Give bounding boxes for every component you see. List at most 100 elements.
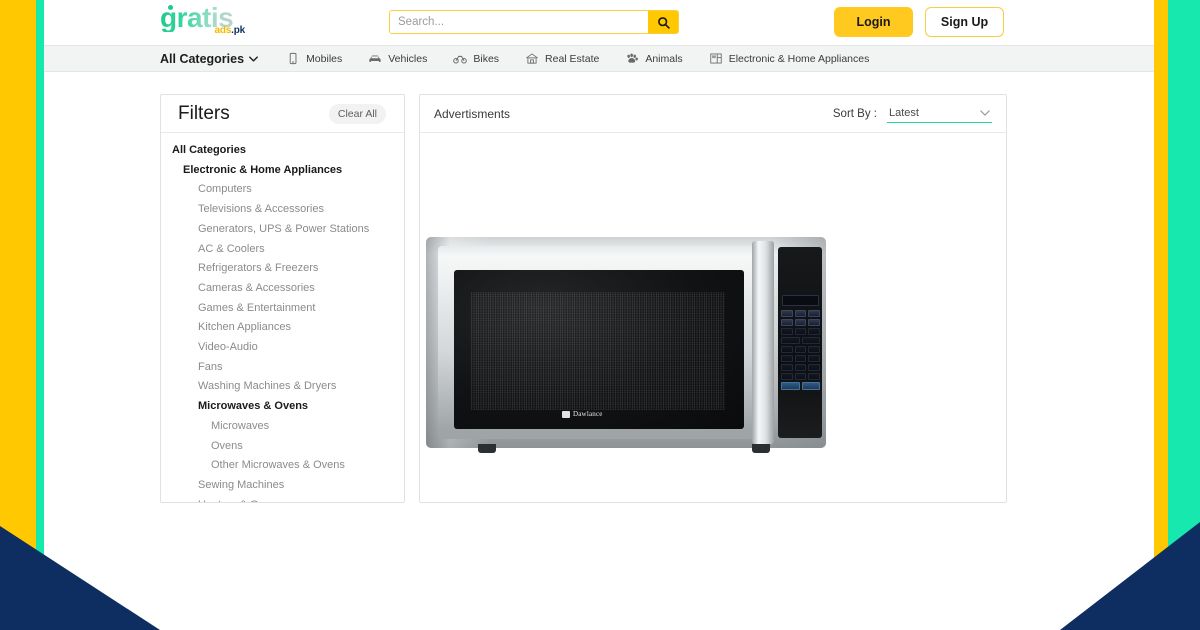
brand-mark-icon — [562, 410, 570, 418]
keypad-key — [808, 310, 821, 317]
nav-label: Bikes — [473, 52, 500, 65]
category-filter-item[interactable]: Sewing Machines — [161, 476, 404, 496]
category-filter-item[interactable]: Televisions & Accessories — [161, 200, 404, 220]
keypad-key — [808, 319, 821, 326]
keypad-row — [781, 373, 821, 380]
category-filter-item[interactable]: AC & Coolers — [161, 240, 404, 260]
keypad-key — [808, 346, 821, 353]
category-filter-list[interactable]: All Categories Electronic & Home Applianc… — [161, 133, 404, 502]
keypad-key — [808, 364, 821, 371]
logo-dot-icon — [168, 5, 173, 10]
nav-item-mobiles[interactable]: Mobiles — [286, 52, 342, 65]
sort-by-value: Latest — [889, 106, 919, 119]
keypad-row — [781, 382, 820, 390]
sort-by-label: Sort By : — [832, 107, 877, 120]
category-filter-item[interactable]: Games & Entertainment — [161, 299, 404, 319]
keypad-row — [781, 310, 821, 317]
category-filter-item[interactable]: Kitchen Appliances — [161, 318, 404, 338]
keypad-row — [781, 346, 821, 353]
category-filter-item[interactable]: All Categories — [161, 141, 404, 161]
house-icon — [526, 53, 538, 64]
sort-by-select[interactable]: Latest — [887, 105, 992, 123]
nav-item-bikes[interactable]: Bikes — [453, 52, 499, 65]
category-filter-item[interactable]: Washing Machines & Dryers — [161, 377, 404, 397]
nav-label: Animals — [645, 52, 683, 65]
logo-subtext-pk: .pk — [231, 25, 245, 36]
keypad-key — [781, 310, 793, 317]
keypad-key — [794, 328, 807, 335]
nav-item-real-estate[interactable]: Real Estate — [525, 52, 599, 65]
nav-item-electronic-home-appliances[interactable]: Electronic & Home Appliances — [709, 52, 869, 65]
bike-icon — [453, 55, 468, 64]
signup-button[interactable]: Sign Up — [925, 7, 1004, 37]
keypad-key — [794, 364, 807, 371]
category-filter-item[interactable]: Heaters & Geysers — [161, 496, 404, 502]
category-filter-item[interactable]: Video-Audio — [161, 338, 404, 358]
category-filter-item[interactable]: Other Microwaves & Ovens — [161, 456, 404, 476]
category-filter-item[interactable]: Computers — [161, 180, 404, 200]
keypad-key — [794, 310, 807, 317]
logo-subtext-ads: ads — [214, 25, 232, 36]
microwave-foot-right — [752, 444, 770, 453]
keypad-key — [781, 328, 793, 335]
keypad-row — [781, 319, 821, 326]
microwave-door: Dawlance — [438, 246, 755, 439]
keypad-key — [794, 346, 807, 353]
keypad-key — [801, 337, 820, 344]
keypad-key — [781, 373, 793, 380]
category-filter-item[interactable]: Refrigerators & Freezers — [161, 259, 404, 279]
microwave-door-glass: Dawlance — [454, 270, 744, 429]
microwave-keypad — [781, 310, 821, 390]
category-filter-item[interactable]: Electronic & Home Appliances — [161, 161, 404, 181]
filters-header: Filters Clear All — [161, 95, 404, 133]
search-button[interactable] — [648, 11, 678, 33]
chevron-down-icon — [980, 109, 990, 116]
category-filter-item[interactable]: Microwaves — [161, 417, 404, 437]
main-content: Filters Clear All All Categories Electron… — [44, 72, 1154, 503]
sort-control: Sort By : Latest — [833, 105, 992, 123]
site-logo[interactable]: gratis ads.pk — [160, 4, 246, 42]
login-button[interactable]: Login — [834, 7, 913, 37]
mobile-icon — [289, 52, 297, 65]
microwave-foot-left — [478, 444, 496, 453]
microwave-door-mesh — [471, 292, 725, 410]
car-icon — [369, 55, 381, 62]
keypad-key — [794, 355, 807, 362]
auth-buttons: Login Sign Up — [834, 7, 1004, 37]
search-input[interactable] — [390, 11, 648, 33]
microwave-oven-photo[interactable]: Dawlance — [426, 237, 826, 455]
keypad-key — [794, 319, 807, 326]
clear-all-button[interactable]: Clear All — [328, 103, 386, 124]
decor-band-yellow-right — [1154, 0, 1168, 630]
chevron-down-icon — [249, 55, 258, 62]
nav-label: Mobiles — [306, 52, 343, 65]
nav-item-vehicles[interactable]: Vehicles — [368, 52, 427, 65]
microwave-control-panel — [778, 247, 822, 438]
search-icon — [657, 16, 670, 29]
paw-icon — [627, 53, 639, 63]
nav-label: Vehicles — [388, 52, 428, 65]
all-categories-dropdown[interactable]: All Categories — [160, 52, 258, 66]
category-filter-item[interactable]: Fans — [161, 358, 404, 378]
advertisements-header: Advertisments Sort By : Latest — [420, 95, 1006, 133]
nav-item-animals[interactable]: Animals — [625, 52, 683, 65]
keypad-key — [808, 355, 821, 362]
keypad-key — [781, 346, 793, 353]
microwave-brand: Dawlance — [562, 410, 603, 418]
site-header: gratis ads.pk Login Sign Up — [44, 0, 1154, 45]
microwave-display-screen — [782, 295, 819, 306]
filters-panel: Filters Clear All All Categories Electron… — [160, 94, 405, 503]
nav-label: Real Estate — [545, 52, 600, 65]
decorative-frame: gratis ads.pk Login Sign Up All Cate — [0, 0, 1200, 630]
category-filter-item[interactable]: Ovens — [161, 437, 404, 457]
decor-band-teal-left — [36, 0, 44, 630]
stop-clear-key — [781, 382, 800, 390]
category-filter-item[interactable]: Cameras & Accessories — [161, 279, 404, 299]
brand-text: Dawlance — [573, 410, 603, 418]
keypad-key — [781, 364, 793, 371]
advertisements-body: Dawlance — [420, 133, 1006, 502]
category-filter-item[interactable]: Microwaves & Ovens — [161, 397, 404, 417]
appliance-icon — [710, 53, 722, 64]
keypad-row — [781, 355, 821, 362]
category-filter-item[interactable]: Generators, UPS & Power Stations — [161, 220, 404, 240]
